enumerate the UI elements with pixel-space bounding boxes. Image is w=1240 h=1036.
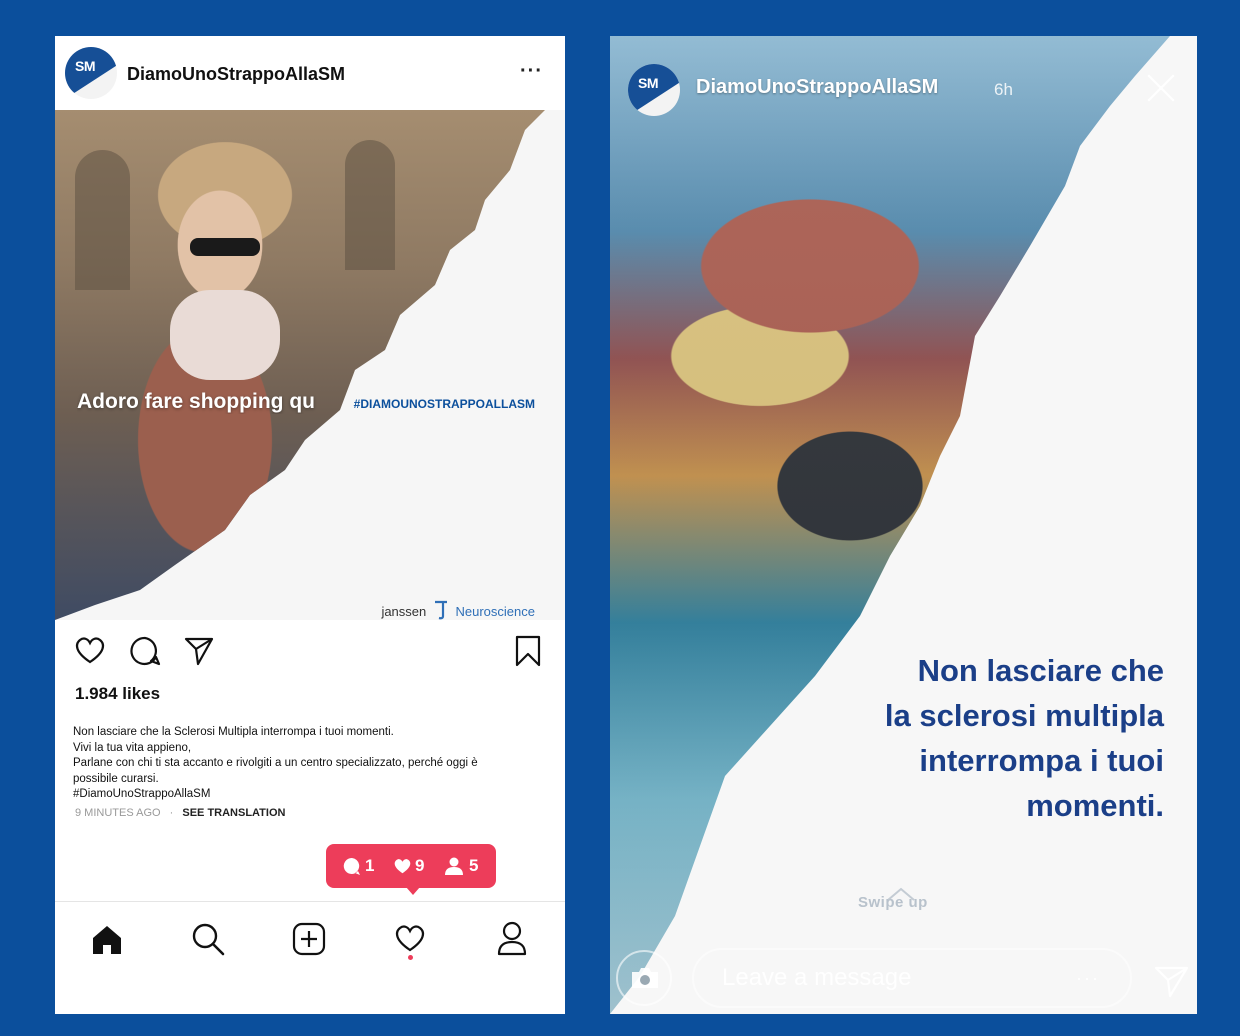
image-hashtag: #DIAMOUNOSTRAPPOALLASM bbox=[353, 397, 535, 411]
caption-line: Non lasciare che la Sclerosi Multipla in… bbox=[73, 726, 394, 738]
post-meta: 9 MINUTES AGO · SEE TRANSLATION bbox=[75, 807, 286, 819]
caption-hashtag[interactable]: #DiamoUnoStrappoAllaSM bbox=[73, 787, 543, 803]
instagram-story[interactable]: SM DiamoUnoStrappoAllaSM 6h Non lasciare… bbox=[610, 36, 1197, 1014]
see-translation-link[interactable]: SEE TRANSLATION bbox=[182, 807, 285, 819]
likes-count[interactable]: 1.984 likes bbox=[75, 684, 160, 704]
follower-count: 5 bbox=[469, 856, 479, 875]
story-text-line: momenti. bbox=[1026, 788, 1164, 823]
send-icon[interactable] bbox=[183, 635, 215, 667]
comment-icon[interactable] bbox=[129, 635, 161, 667]
message-input[interactable]: Leave a message ··· bbox=[692, 948, 1132, 1008]
send-icon[interactable] bbox=[1154, 964, 1190, 998]
caption-line: Parlane con chi ti sta accanto e rivolgi… bbox=[73, 757, 478, 769]
comment-count: 1 bbox=[365, 856, 375, 875]
message-placeholder: Leave a message bbox=[722, 964, 912, 991]
brand-secondary: Neuroscience bbox=[455, 604, 536, 619]
story-text-line: la sclerosi multipla bbox=[884, 698, 1164, 733]
post-username[interactable]: DiamoUnoStrappoAllaSM bbox=[127, 64, 345, 85]
comment-icon bbox=[343, 857, 360, 875]
post-header: SM DiamoUnoStrappoAllaSM ··· bbox=[55, 36, 565, 110]
like-count: 9 bbox=[415, 856, 425, 875]
post-actions bbox=[55, 631, 565, 671]
post-image[interactable]: Adoro fare shopping qu #DIAMOUNOSTRAPPOA… bbox=[55, 110, 565, 620]
heart-icon bbox=[394, 859, 411, 874]
follower-icon bbox=[445, 857, 463, 875]
torn-paper-overlay bbox=[610, 36, 1197, 1014]
caption-line: Vivi la tua vita appieno, bbox=[73, 741, 192, 754]
heart-icon[interactable] bbox=[73, 635, 107, 665]
avatar[interactable]: SM bbox=[65, 47, 117, 99]
photo-woman-shopping bbox=[55, 110, 545, 620]
home-icon[interactable] bbox=[90, 924, 124, 956]
camera-button[interactable] bbox=[616, 950, 672, 1006]
caption-line: possibile curarsi. bbox=[73, 772, 159, 785]
story-headline: Non lasciare che la sclerosi multipla in… bbox=[784, 648, 1164, 828]
bookmark-icon[interactable] bbox=[514, 635, 542, 667]
profile-icon[interactable] bbox=[496, 921, 528, 957]
bottom-tab-bar bbox=[55, 901, 565, 1014]
search-icon[interactable] bbox=[191, 922, 225, 956]
story-text-line: Non lasciare che bbox=[917, 653, 1164, 688]
camera-icon bbox=[632, 968, 658, 988]
activity-heart-icon[interactable] bbox=[393, 923, 427, 953]
scarf bbox=[170, 290, 280, 380]
close-icon[interactable] bbox=[1147, 74, 1175, 102]
story-avatar[interactable]: SM bbox=[628, 64, 680, 116]
post-caption: Non lasciare che la Sclerosi Multipla in… bbox=[73, 725, 543, 803]
story-time: 6h bbox=[994, 80, 1013, 99]
story-text-line: interrompa i tuoi bbox=[919, 743, 1164, 778]
post-overlay-text: Adoro fare shopping qu bbox=[77, 390, 315, 413]
swipe-up-label[interactable]: Swipe up bbox=[858, 894, 928, 911]
instagram-post: SM DiamoUnoStrappoAllaSM ··· Adoro fare … bbox=[55, 36, 565, 1014]
more-options-icon[interactable]: ··· bbox=[520, 60, 543, 83]
activity-indicator-dot bbox=[408, 955, 413, 960]
brand-mark-icon bbox=[434, 600, 447, 620]
more-options-icon[interactable]: ··· bbox=[1076, 950, 1100, 1006]
brand-logo: janssen Neuroscience bbox=[381, 600, 535, 620]
activity-notification-badge[interactable]: 1 9 5 bbox=[326, 844, 496, 895]
add-post-icon[interactable] bbox=[292, 922, 326, 956]
story-username[interactable]: DiamoUnoStrappoAllaSM bbox=[696, 76, 938, 99]
sunglasses bbox=[190, 238, 260, 256]
time-ago: 9 MINUTES AGO bbox=[75, 807, 161, 819]
brand-primary: janssen bbox=[381, 604, 427, 619]
